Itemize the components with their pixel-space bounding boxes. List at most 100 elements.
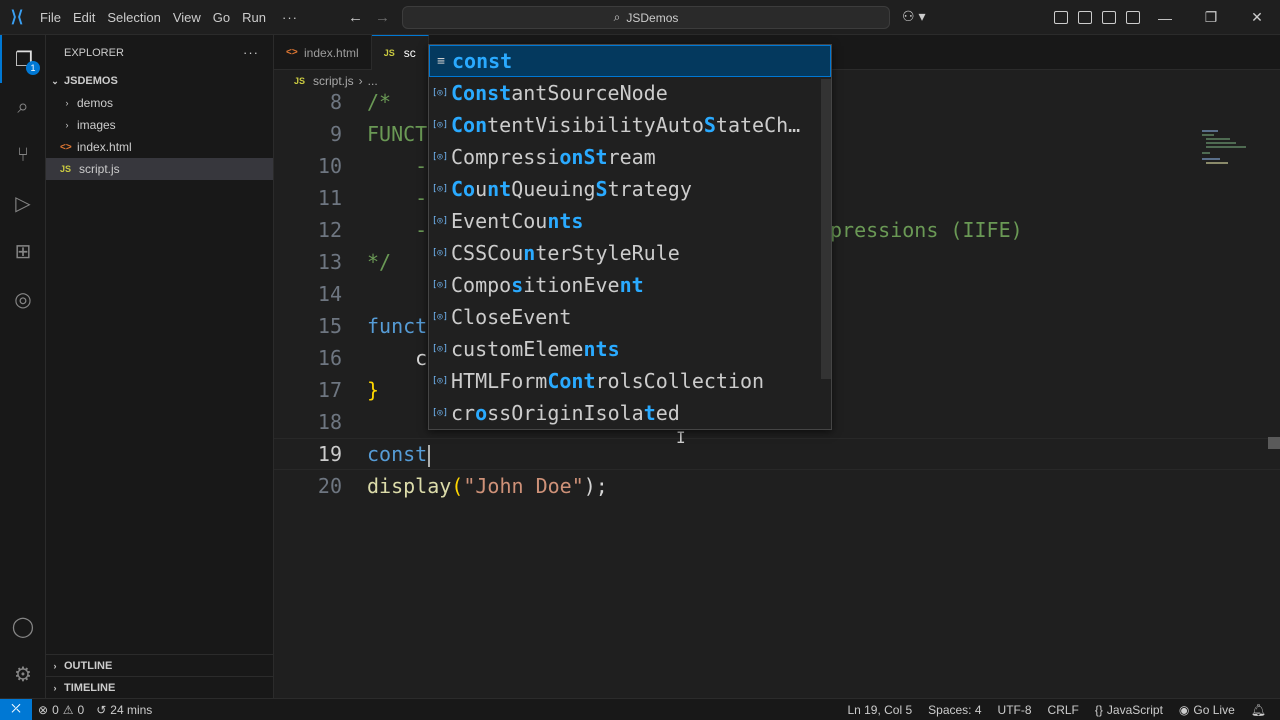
code-line: 20 display("John Doe");: [274, 470, 1280, 502]
search-icon[interactable]: ⌕: [0, 83, 46, 131]
line-text: -: [367, 186, 427, 210]
suggestion-item[interactable]: [◎] CSSCo u n terStyleRule: [429, 237, 831, 269]
back-arrow-icon[interactable]: ←: [348, 9, 363, 26]
workspace-root[interactable]: ⌄ JSDEMOS: [46, 70, 273, 92]
line-text: display("John Doe");: [367, 474, 608, 498]
tab-script-js[interactable]: JS sc: [371, 35, 429, 70]
explorer-icon[interactable]: ❐ 1: [0, 35, 46, 83]
line-text: c: [367, 346, 427, 370]
suggestion-item[interactable]: [◎] Clo seEvent: [429, 301, 831, 333]
command-center-search[interactable]: ⌕ JSDemos: [402, 6, 890, 29]
token: display: [367, 474, 452, 498]
line-ending[interactable]: CRLF: [1042, 699, 1085, 720]
suggestion-item[interactable]: [◎] Co u nt Queuing Strategy: [429, 173, 831, 205]
suggestion-item[interactable]: [◎] custo m Eleme nts: [429, 333, 831, 365]
suggestion-item[interactable]: [◎] Compo s itionEve nt: [429, 269, 831, 301]
explorer-title: EXPLORER: [64, 46, 124, 59]
variable-icon: [◎]: [431, 344, 449, 354]
customize-layout-icon[interactable]: [1054, 11, 1068, 24]
copilot-icon[interactable]: ⚇ ▾: [902, 8, 925, 25]
variable-icon: [◎]: [431, 152, 449, 162]
run-debug-icon[interactable]: ▷: [0, 179, 46, 227]
tree-item-script-js[interactable]: JS script.js: [46, 158, 273, 180]
line-text: }: [367, 378, 379, 402]
variable-icon: [◎]: [431, 312, 449, 322]
suggestion-item[interactable]: [◎] Const antSourceNode: [429, 77, 831, 109]
token: c: [367, 346, 428, 370]
file-encoding[interactable]: UTF-8: [992, 699, 1038, 720]
search-icon: ⌕: [613, 10, 621, 24]
explorer-badge: 1: [26, 61, 40, 75]
history-icon: ↺: [96, 702, 107, 717]
menu-file[interactable]: File: [34, 0, 67, 35]
suggestion-item[interactable]: [◎] EventCo u nts: [429, 205, 831, 237]
close-window-button[interactable]: ✕: [1234, 0, 1280, 35]
tree-item-images[interactable]: › images: [46, 114, 273, 136]
tab-label: index.html: [304, 45, 359, 60]
activity-bottom: ◯ ⚙: [0, 602, 46, 698]
toggle-secondary-sidebar-icon[interactable]: [1126, 11, 1140, 24]
suggestion-text: t: [595, 145, 608, 169]
suggestion-text: tentVisibilityAuto: [487, 113, 704, 137]
go-live-button[interactable]: ◉ Go Live: [1173, 699, 1241, 720]
line-number: 18: [317, 410, 342, 434]
suggestion-item[interactable]: [◎] Compressi o n St ream: [429, 141, 831, 173]
edge-devtools-icon[interactable]: ◎: [0, 275, 46, 323]
menu-go[interactable]: Go: [207, 0, 236, 35]
suggestion-item[interactable]: [◎] cr o ssOri gin Isola t ed: [429, 397, 831, 429]
timeline-section[interactable]: › TIMELINE: [46, 676, 274, 698]
menu-selection[interactable]: Selection: [101, 0, 166, 35]
line-number: 12: [317, 218, 342, 242]
extensions-icon[interactable]: ⊞: [0, 227, 46, 275]
manage-gear-icon[interactable]: ⚙: [0, 650, 46, 698]
breadcrumb-file[interactable]: script.js: [313, 74, 354, 88]
outline-section[interactable]: › OUTLINE: [46, 654, 274, 676]
language-label: JavaScript: [1106, 703, 1163, 717]
vertical-scrollbar[interactable]: [1268, 437, 1280, 449]
breadcrumb-more[interactable]: ...: [368, 74, 378, 88]
tree-item-demos[interactable]: › demos: [46, 92, 273, 114]
suggestion-text: Co: [451, 177, 476, 201]
variable-icon: [◎]: [431, 376, 449, 386]
notifications-bell-icon[interactable]: 🔔︎: [1245, 699, 1272, 720]
language-mode[interactable]: {} JavaScript: [1089, 699, 1169, 720]
suggestion-text: s: [511, 273, 524, 297]
suggestion-text: nts: [547, 209, 584, 233]
suggestion-item[interactable]: [◎] Con tentVisibilityAuto StateCh…: [429, 109, 831, 141]
tab-index-html[interactable]: <> index.html: [274, 35, 372, 70]
suggestion-item[interactable]: ≡ const: [429, 45, 831, 77]
toggle-panel-icon[interactable]: [1102, 11, 1116, 24]
timer-indicator[interactable]: ↺ 24 mins: [90, 699, 158, 720]
tree-item-index-html[interactable]: <> index.html: [46, 136, 273, 158]
forward-arrow-icon[interactable]: →: [375, 9, 390, 26]
toggle-primary-sidebar-icon[interactable]: [1078, 11, 1092, 24]
token: const: [367, 442, 428, 466]
menu-view[interactable]: View: [167, 0, 207, 35]
minimize-button[interactable]: —: [1142, 0, 1188, 35]
remote-indicator-icon[interactable]: ⤫: [0, 698, 32, 720]
source-control-icon[interactable]: ⑂: [0, 131, 46, 179]
explorer-more-button[interactable]: ···: [243, 45, 259, 60]
line-text: /*: [367, 92, 391, 114]
restore-button[interactable]: ❐: [1188, 0, 1234, 35]
suggestion-item[interactable]: [◎] HTMLForm Cont rolsCollection: [429, 365, 831, 397]
menu-more-button[interactable]: ···: [272, 0, 308, 35]
menu-edit[interactable]: Edit: [67, 0, 101, 35]
suggestion-text: C: [451, 305, 464, 329]
cursor-position[interactable]: Ln 19, Col 5: [841, 699, 918, 720]
chevron-right-icon: ›: [65, 120, 69, 130]
menu-run[interactable]: Run: [236, 0, 272, 35]
suggestion-text: trategy: [607, 177, 692, 201]
problems-indicator[interactable]: ⊗ 0 ⚠ 0: [32, 699, 90, 720]
suggestion-text: S: [703, 113, 716, 137]
chevron-down-icon: ⌄: [51, 75, 59, 86]
minimap[interactable]: [1202, 92, 1280, 698]
token: /*: [367, 92, 392, 114]
suggestion-text: Compo: [451, 273, 512, 297]
token: "John Doe": [463, 474, 584, 498]
accounts-icon[interactable]: ◯: [0, 602, 46, 650]
indentation[interactable]: Spaces: 4: [922, 699, 987, 720]
line-text: -: [367, 218, 427, 242]
suggestion-text: o: [475, 401, 488, 425]
timer-label: 24 mins: [110, 702, 153, 717]
